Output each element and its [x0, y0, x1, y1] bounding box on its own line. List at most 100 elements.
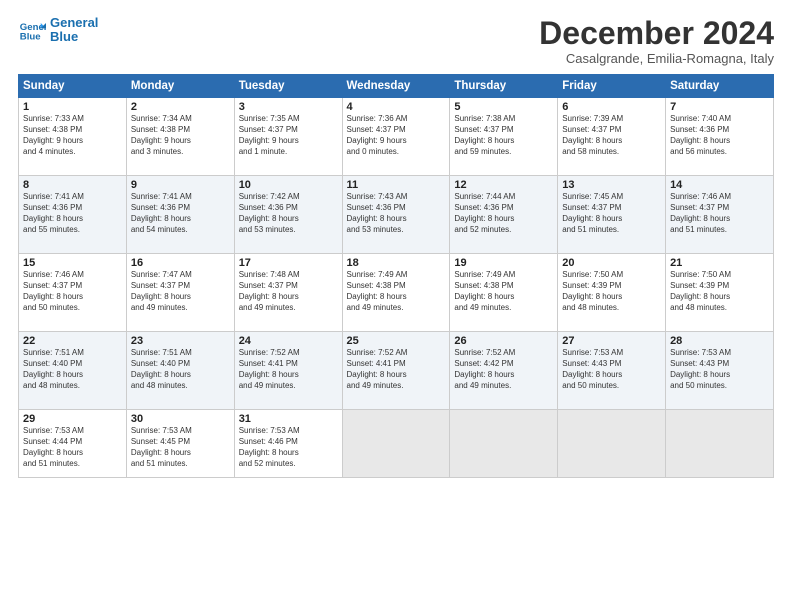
- logo-text-general: General: [50, 16, 98, 30]
- location-subtitle: Casalgrande, Emilia-Romagna, Italy: [539, 51, 774, 66]
- day-number: 22: [23, 335, 122, 347]
- calendar-cell: 24Sunrise: 7:52 AM Sunset: 4:41 PM Dayli…: [234, 332, 342, 410]
- header-day-thursday: Thursday: [450, 75, 558, 98]
- day-info: Sunrise: 7:44 AM Sunset: 4:36 PM Dayligh…: [454, 192, 553, 235]
- day-info: Sunrise: 7:33 AM Sunset: 4:38 PM Dayligh…: [23, 114, 122, 157]
- day-number: 6: [562, 101, 661, 113]
- header-day-wednesday: Wednesday: [342, 75, 450, 98]
- day-number: 10: [239, 179, 338, 191]
- title-block: December 2024 Casalgrande, Emilia-Romagn…: [539, 16, 774, 66]
- day-info: Sunrise: 7:38 AM Sunset: 4:37 PM Dayligh…: [454, 114, 553, 157]
- day-info: Sunrise: 7:53 AM Sunset: 4:45 PM Dayligh…: [131, 426, 230, 469]
- day-info: Sunrise: 7:47 AM Sunset: 4:37 PM Dayligh…: [131, 270, 230, 313]
- calendar-cell: 27Sunrise: 7:53 AM Sunset: 4:43 PM Dayli…: [558, 332, 666, 410]
- day-number: 23: [131, 335, 230, 347]
- day-number: 30: [131, 413, 230, 425]
- day-number: 15: [23, 257, 122, 269]
- header-row: SundayMondayTuesdayWednesdayThursdayFrid…: [19, 75, 774, 98]
- calendar-cell: 13Sunrise: 7:45 AM Sunset: 4:37 PM Dayli…: [558, 176, 666, 254]
- calendar-cell: 21Sunrise: 7:50 AM Sunset: 4:39 PM Dayli…: [666, 254, 774, 332]
- calendar-cell: 2Sunrise: 7:34 AM Sunset: 4:38 PM Daylig…: [126, 98, 234, 176]
- calendar-cell: 31Sunrise: 7:53 AM Sunset: 4:46 PM Dayli…: [234, 410, 342, 478]
- calendar-cell: 8Sunrise: 7:41 AM Sunset: 4:36 PM Daylig…: [19, 176, 127, 254]
- month-title: December 2024: [539, 16, 774, 51]
- calendar-cell: 26Sunrise: 7:52 AM Sunset: 4:42 PM Dayli…: [450, 332, 558, 410]
- header-day-saturday: Saturday: [666, 75, 774, 98]
- day-number: 14: [670, 179, 769, 191]
- day-info: Sunrise: 7:39 AM Sunset: 4:37 PM Dayligh…: [562, 114, 661, 157]
- day-number: 17: [239, 257, 338, 269]
- header-day-monday: Monday: [126, 75, 234, 98]
- calendar-cell: [558, 410, 666, 478]
- calendar-cell: 15Sunrise: 7:46 AM Sunset: 4:37 PM Dayli…: [19, 254, 127, 332]
- day-info: Sunrise: 7:51 AM Sunset: 4:40 PM Dayligh…: [131, 348, 230, 391]
- day-number: 29: [23, 413, 122, 425]
- calendar-cell: 17Sunrise: 7:48 AM Sunset: 4:37 PM Dayli…: [234, 254, 342, 332]
- calendar-cell: 19Sunrise: 7:49 AM Sunset: 4:38 PM Dayli…: [450, 254, 558, 332]
- calendar-cell: 4Sunrise: 7:36 AM Sunset: 4:37 PM Daylig…: [342, 98, 450, 176]
- day-info: Sunrise: 7:52 AM Sunset: 4:41 PM Dayligh…: [239, 348, 338, 391]
- day-info: Sunrise: 7:35 AM Sunset: 4:37 PM Dayligh…: [239, 114, 338, 157]
- day-number: 16: [131, 257, 230, 269]
- day-number: 1: [23, 101, 122, 113]
- calendar-cell: 20Sunrise: 7:50 AM Sunset: 4:39 PM Dayli…: [558, 254, 666, 332]
- day-number: 5: [454, 101, 553, 113]
- calendar-cell: [450, 410, 558, 478]
- svg-text:Blue: Blue: [20, 32, 41, 43]
- calendar-cell: 16Sunrise: 7:47 AM Sunset: 4:37 PM Dayli…: [126, 254, 234, 332]
- day-number: 31: [239, 413, 338, 425]
- calendar-cell: 3Sunrise: 7:35 AM Sunset: 4:37 PM Daylig…: [234, 98, 342, 176]
- calendar-page: General Blue General Blue December 2024 …: [0, 0, 792, 612]
- calendar-cell: 18Sunrise: 7:49 AM Sunset: 4:38 PM Dayli…: [342, 254, 450, 332]
- calendar-cell: 11Sunrise: 7:43 AM Sunset: 4:36 PM Dayli…: [342, 176, 450, 254]
- day-info: Sunrise: 7:53 AM Sunset: 4:43 PM Dayligh…: [670, 348, 769, 391]
- day-number: 27: [562, 335, 661, 347]
- header: General Blue General Blue December 2024 …: [18, 16, 774, 66]
- day-info: Sunrise: 7:40 AM Sunset: 4:36 PM Dayligh…: [670, 114, 769, 157]
- day-number: 9: [131, 179, 230, 191]
- day-info: Sunrise: 7:51 AM Sunset: 4:40 PM Dayligh…: [23, 348, 122, 391]
- calendar-table: SundayMondayTuesdayWednesdayThursdayFrid…: [18, 74, 774, 478]
- logo-text-blue: Blue: [50, 30, 98, 44]
- day-number: 26: [454, 335, 553, 347]
- day-number: 19: [454, 257, 553, 269]
- header-day-sunday: Sunday: [19, 75, 127, 98]
- day-info: Sunrise: 7:41 AM Sunset: 4:36 PM Dayligh…: [131, 192, 230, 235]
- day-number: 11: [347, 179, 446, 191]
- day-info: Sunrise: 7:49 AM Sunset: 4:38 PM Dayligh…: [454, 270, 553, 313]
- day-info: Sunrise: 7:53 AM Sunset: 4:43 PM Dayligh…: [562, 348, 661, 391]
- day-info: Sunrise: 7:49 AM Sunset: 4:38 PM Dayligh…: [347, 270, 446, 313]
- logo: General Blue General Blue: [18, 16, 98, 45]
- day-number: 7: [670, 101, 769, 113]
- day-number: 12: [454, 179, 553, 191]
- day-info: Sunrise: 7:50 AM Sunset: 4:39 PM Dayligh…: [562, 270, 661, 313]
- day-number: 28: [670, 335, 769, 347]
- calendar-cell: 23Sunrise: 7:51 AM Sunset: 4:40 PM Dayli…: [126, 332, 234, 410]
- day-info: Sunrise: 7:41 AM Sunset: 4:36 PM Dayligh…: [23, 192, 122, 235]
- calendar-cell: 30Sunrise: 7:53 AM Sunset: 4:45 PM Dayli…: [126, 410, 234, 478]
- day-number: 25: [347, 335, 446, 347]
- calendar-cell: 1Sunrise: 7:33 AM Sunset: 4:38 PM Daylig…: [19, 98, 127, 176]
- day-number: 4: [347, 101, 446, 113]
- day-info: Sunrise: 7:46 AM Sunset: 4:37 PM Dayligh…: [23, 270, 122, 313]
- day-info: Sunrise: 7:34 AM Sunset: 4:38 PM Dayligh…: [131, 114, 230, 157]
- day-number: 18: [347, 257, 446, 269]
- calendar-cell: 10Sunrise: 7:42 AM Sunset: 4:36 PM Dayli…: [234, 176, 342, 254]
- day-number: 21: [670, 257, 769, 269]
- day-number: 20: [562, 257, 661, 269]
- calendar-cell: 6Sunrise: 7:39 AM Sunset: 4:37 PM Daylig…: [558, 98, 666, 176]
- header-day-tuesday: Tuesday: [234, 75, 342, 98]
- calendar-cell: 29Sunrise: 7:53 AM Sunset: 4:44 PM Dayli…: [19, 410, 127, 478]
- day-info: Sunrise: 7:52 AM Sunset: 4:42 PM Dayligh…: [454, 348, 553, 391]
- day-info: Sunrise: 7:53 AM Sunset: 4:44 PM Dayligh…: [23, 426, 122, 469]
- day-info: Sunrise: 7:53 AM Sunset: 4:46 PM Dayligh…: [239, 426, 338, 469]
- day-info: Sunrise: 7:52 AM Sunset: 4:41 PM Dayligh…: [347, 348, 446, 391]
- day-info: Sunrise: 7:45 AM Sunset: 4:37 PM Dayligh…: [562, 192, 661, 235]
- day-number: 2: [131, 101, 230, 113]
- day-info: Sunrise: 7:46 AM Sunset: 4:37 PM Dayligh…: [670, 192, 769, 235]
- calendar-cell: 9Sunrise: 7:41 AM Sunset: 4:36 PM Daylig…: [126, 176, 234, 254]
- day-info: Sunrise: 7:36 AM Sunset: 4:37 PM Dayligh…: [347, 114, 446, 157]
- day-info: Sunrise: 7:50 AM Sunset: 4:39 PM Dayligh…: [670, 270, 769, 313]
- calendar-cell: 22Sunrise: 7:51 AM Sunset: 4:40 PM Dayli…: [19, 332, 127, 410]
- calendar-cell: [666, 410, 774, 478]
